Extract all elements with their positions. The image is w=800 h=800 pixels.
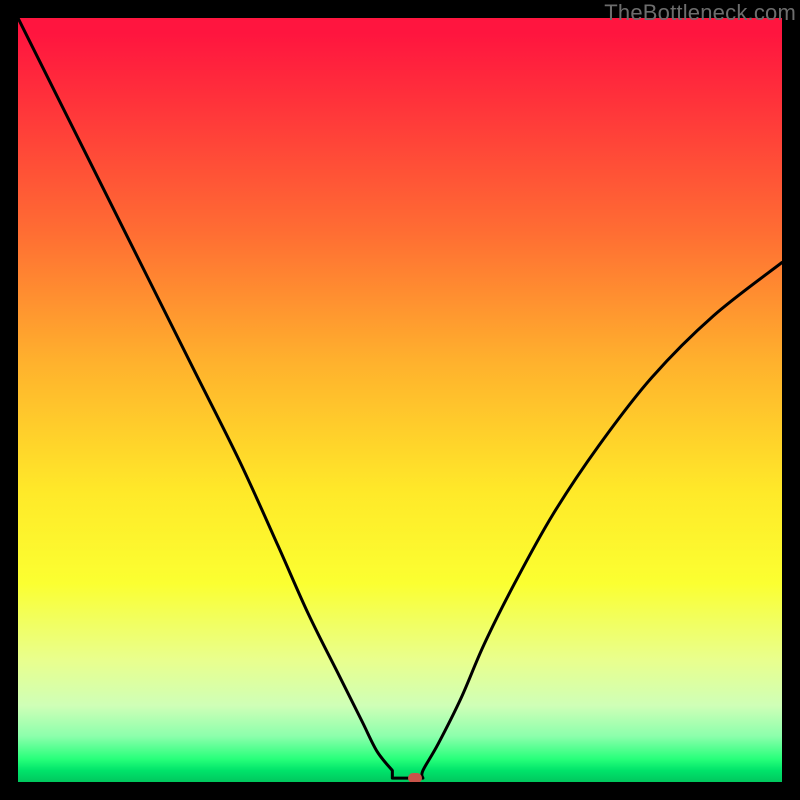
chart-frame: TheBottleneck.com: [0, 0, 800, 800]
plot-area: [18, 18, 782, 782]
bottleneck-curve: [18, 18, 782, 782]
optimum-marker: [408, 773, 422, 782]
watermark-text: TheBottleneck.com: [604, 0, 796, 26]
